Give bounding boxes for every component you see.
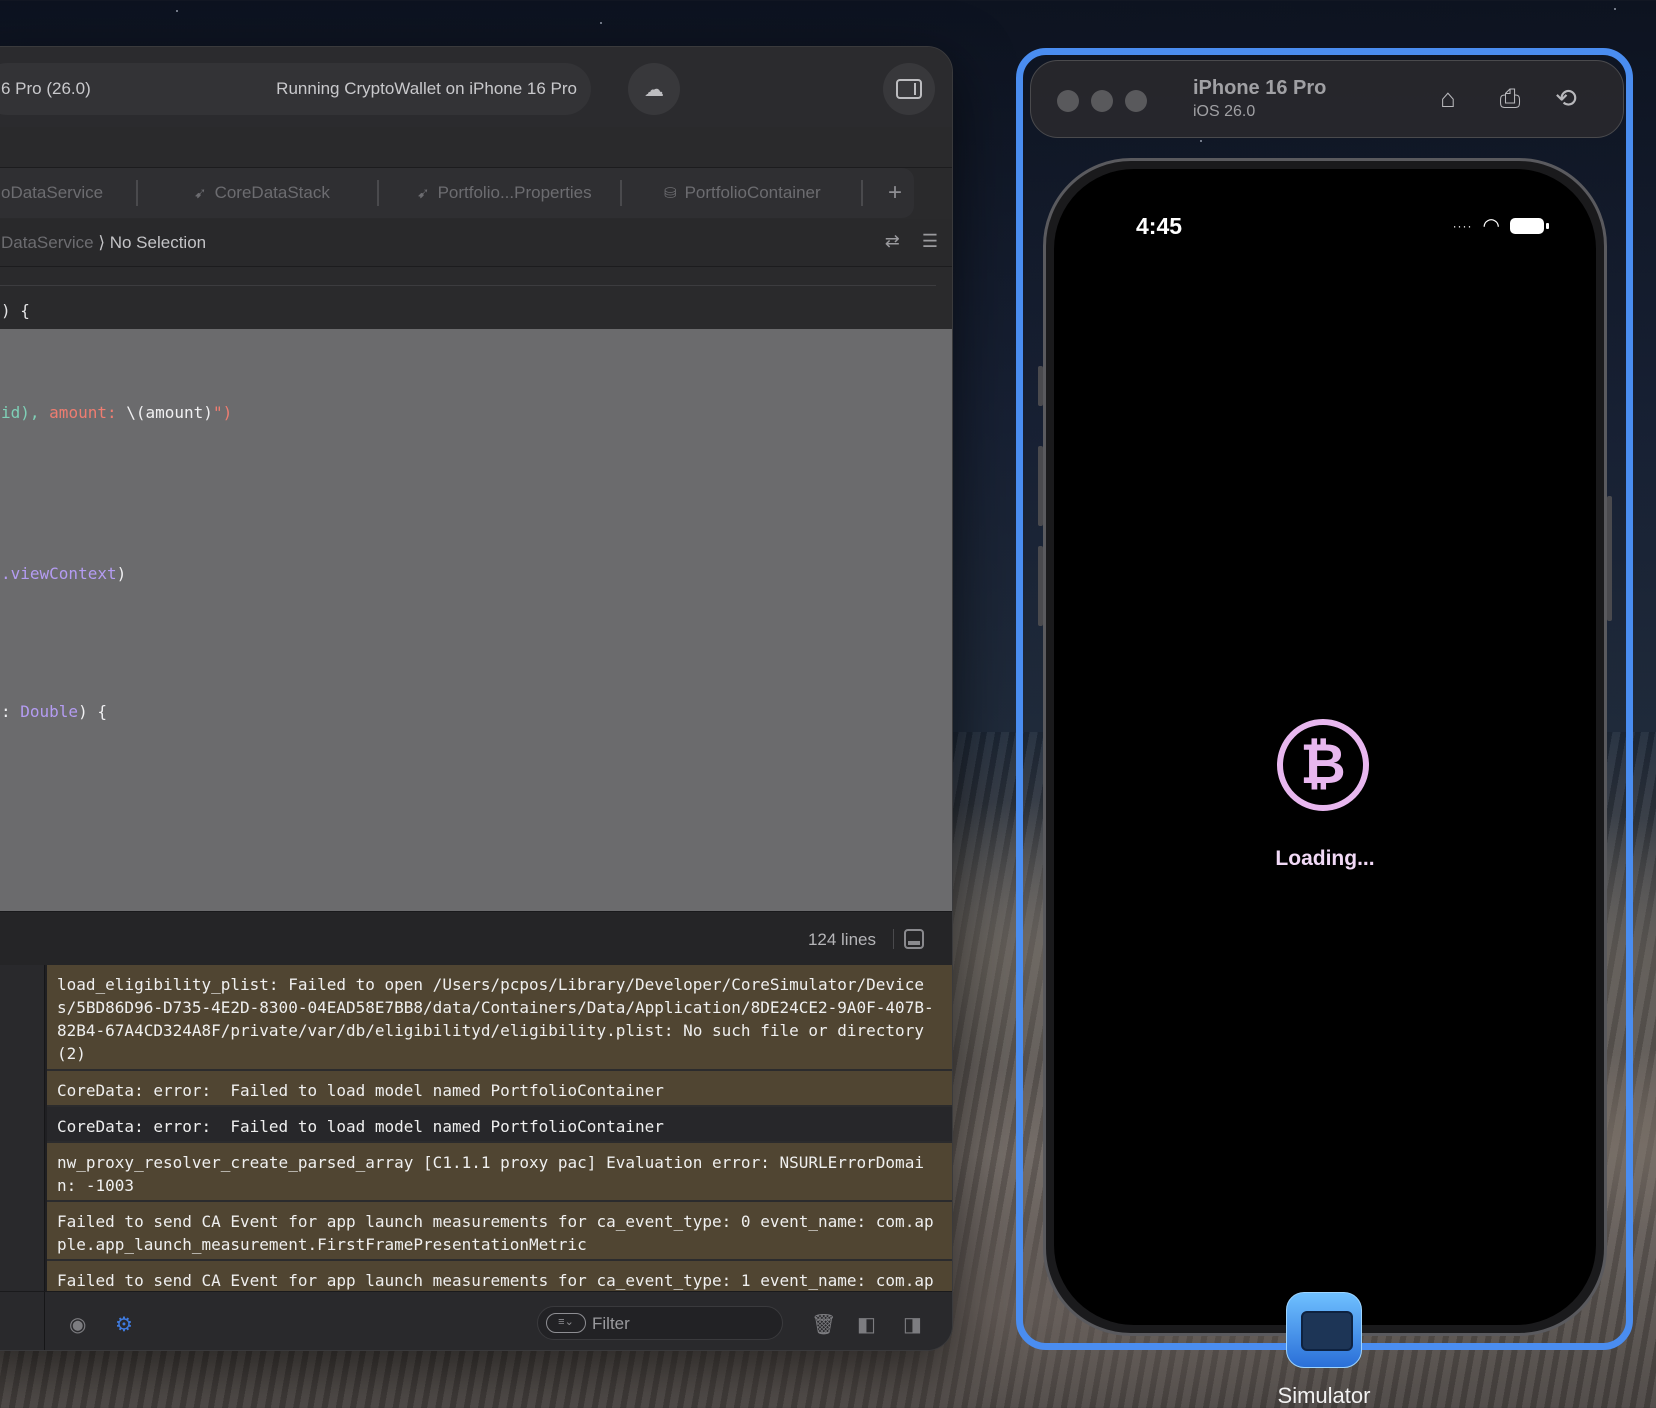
jump-bar: DataService ⟩ No Selection ⇄ ☰ (0, 219, 952, 267)
rotate-icon[interactable]: ⟲ (1549, 81, 1583, 115)
swap-icon[interactable]: ⇄ (885, 231, 900, 252)
simulator-app-icon[interactable] (1286, 1292, 1362, 1368)
debug-area-toggle-icon[interactable] (904, 929, 924, 949)
options-icon[interactable]: ⚙ (115, 1312, 133, 1337)
console-filter-field[interactable]: ≡⌄ Filter (537, 1306, 783, 1340)
right-pane-toggle-icon[interactable]: ◨ (903, 1312, 922, 1337)
trash-icon[interactable]: 🗑 (811, 1312, 836, 1337)
eye-icon[interactable]: ◉ (69, 1312, 86, 1337)
simulator-title-bar: iPhone 16 Pro iOS 26.0 ⌂ ⎙ ⟲ (1030, 60, 1624, 138)
inspector-toggle-icon[interactable] (883, 63, 935, 115)
cellular-icon: ···· (1452, 218, 1473, 233)
status-icons: ···· ◠ (1452, 213, 1549, 238)
swift-file-icon: ➹ (417, 185, 430, 202)
code-line: ) { (1, 301, 30, 320)
code-line: .viewContext) (1, 564, 127, 583)
line-count: 124 lines (807, 930, 876, 949)
bitcoin-icon: ₿ (1277, 719, 1369, 811)
left-pane-toggle-icon[interactable]: ◧ (857, 1312, 876, 1337)
database-icon: ⛁ (664, 185, 677, 202)
console-bottom-bar: ◉ ⚙ ≡⌄ Filter 🗑 ◧ ◨ (0, 1291, 952, 1350)
breadcrumb-parent[interactable]: DataService (1, 233, 94, 252)
cloud-icon[interactable]: ☁ (628, 63, 680, 115)
xcode-window: 6 Pro (26.0) Running CryptoWallet on iPh… (0, 46, 953, 1351)
home-icon[interactable]: ⌂ (1431, 81, 1465, 115)
loading-label: Loading... (1275, 847, 1375, 870)
filter-icon[interactable]: ≡⌄ (546, 1313, 586, 1333)
console-log-entry: load_eligibility_plist: Failed to open /… (47, 965, 952, 1071)
device-screen[interactable]: 4:45 ···· ◠ ₿ Loading... (1054, 169, 1596, 1325)
wifi-icon: ◠ (1482, 215, 1500, 237)
device-name: iPhone 16 Pro (1193, 77, 1327, 99)
xcode-toolbar: 6 Pro (26.0) Running CryptoWallet on iPh… (0, 47, 952, 127)
variables-view (0, 965, 45, 1291)
debug-console: load_eligibility_plist: Failed to open /… (0, 965, 952, 1321)
activity-view[interactable]: 6 Pro (26.0) Running CryptoWallet on iPh… (0, 63, 591, 115)
battery-icon (1510, 217, 1549, 234)
tab-portfolio-container[interactable]: ⛁ PortfolioContainer (664, 168, 821, 218)
tab-portfolio-properties[interactable]: ➹ Portfolio...Properties (417, 168, 592, 218)
run-destination[interactable]: 6 Pro (26.0) (1, 79, 91, 99)
editor-tab-bar: oDataService ➹ CoreDataStack ➹ Portfolio… (0, 167, 952, 218)
dock-label: Simulator (1277, 1383, 1371, 1408)
console-log-entry: CoreData: error: Failed to load model na… (47, 1107, 952, 1143)
source-editor[interactable]: ) { id), amount: \(amount)") .viewContex… (0, 267, 952, 911)
close-button[interactable] (1057, 90, 1079, 112)
minimize-button[interactable] (1091, 90, 1113, 112)
tab-core-data-stack[interactable]: ➹ CoreDataStack (194, 168, 330, 218)
zoom-button[interactable] (1125, 90, 1147, 112)
breadcrumb-current[interactable]: No Selection (110, 233, 206, 252)
add-tab-button[interactable]: + (888, 179, 902, 207)
activity-status: Running CryptoWallet on iPhone 16 Pro (276, 79, 577, 98)
editor-overlay: id), amount: \(amount)") .viewContext) :… (0, 329, 952, 911)
console-log-entry: Failed to send CA Event for app launch m… (47, 1202, 952, 1261)
status-time: 4:45 (1136, 213, 1183, 239)
iphone-device: 4:45 ···· ◠ ₿ Loading... (1038, 158, 1612, 1336)
console-log-entry: CoreData: error: Failed to load model na… (47, 1071, 952, 1107)
code-line: : Double) { (1, 702, 107, 721)
minimap-icon[interactable]: ☰ (922, 231, 938, 252)
code-line: id), amount: \(amount)") (1, 403, 233, 422)
tab-data-service[interactable]: oDataService (1, 168, 103, 218)
swift-file-icon: ➹ (194, 185, 207, 202)
console-log-entry: nw_proxy_resolver_create_parsed_array [C… (47, 1143, 952, 1202)
breadcrumb-separator: ⟩ (98, 233, 105, 252)
os-version: iOS 26.0 (1193, 103, 1256, 120)
editor-status-bar: 124 lines (0, 911, 952, 965)
screenshot-icon[interactable]: ⎙ (1493, 81, 1527, 115)
